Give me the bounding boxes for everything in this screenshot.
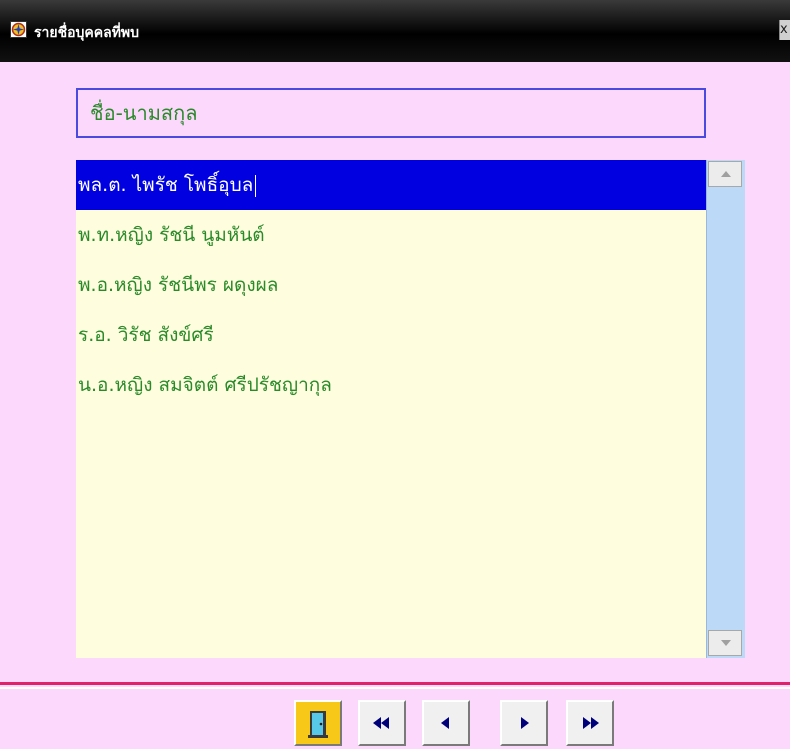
section-divider <box>0 682 790 685</box>
section-divider-highlight <box>0 687 790 689</box>
window-title: รายชื่อบุคคลที่พบ <box>34 25 140 41</box>
previous-record-icon <box>441 717 449 729</box>
list-item[interactable]: ร.อ. วิรัช สังข์ศรี <box>76 310 706 360</box>
list-item-label: พล.ต. ไพรัช โพธิ์อุบล <box>78 174 254 196</box>
previous-record-button[interactable] <box>422 700 470 746</box>
list-item[interactable]: พ.อ.หญิง รัชนีพร ผดุงผล <box>76 260 706 310</box>
list-item-label: พ.อ.หญิง รัชนีพร ผดุงผล <box>78 274 279 296</box>
list-item[interactable]: พ.ท.หญิง รัชนี นูมหันต์ <box>76 210 706 260</box>
exit-button[interactable] <box>294 700 342 746</box>
chevron-down-icon <box>721 640 731 646</box>
text-caret <box>255 174 257 197</box>
list-item[interactable]: น.อ.หญิง สมจิตต์ ศรีปรัชญากุล <box>76 360 706 410</box>
list-item[interactable]: พล.ต. ไพรัช โพธิ์อุบล <box>76 160 706 210</box>
person-list[interactable]: พล.ต. ไพรัช โพธิ์อุบล พ.ท.หญิง รัชนี นูม… <box>76 160 706 658</box>
list-item-label: ร.อ. วิรัช สังข์ศรี <box>78 324 214 346</box>
scroll-down-button[interactable] <box>708 630 742 656</box>
first-record-icon <box>373 717 389 729</box>
close-button[interactable]: x <box>779 20 790 40</box>
app-icon <box>10 21 27 38</box>
next-record-icon <box>521 717 529 729</box>
next-record-button[interactable] <box>500 700 548 746</box>
scroll-up-button[interactable] <box>708 161 742 187</box>
title-bar: รายชื่อบุคคลที่พบ x <box>0 0 790 62</box>
name-column-header: ชื่อ-นามสกุล <box>76 88 706 138</box>
chevron-up-icon <box>721 171 731 177</box>
first-record-button[interactable] <box>358 700 406 746</box>
last-record-icon <box>583 717 599 729</box>
list-item-label: น.อ.หญิง สมจิตต์ ศรีปรัชญากุล <box>78 374 332 396</box>
last-record-button[interactable] <box>566 700 614 746</box>
exit-door-icon <box>308 711 328 738</box>
list-item-label: พ.ท.หญิง รัชนี นูมหันต์ <box>78 224 265 246</box>
list-scrollbar[interactable] <box>706 160 745 658</box>
